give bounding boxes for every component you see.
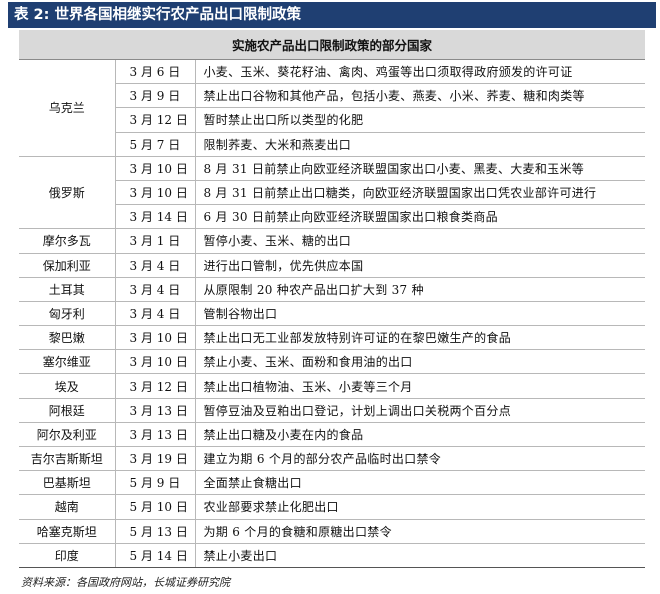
date-cell: 3 月 14 日 xyxy=(114,204,196,230)
policy-description-cell: 为期 6 个月的食糖和原糖出口禁令 xyxy=(195,519,646,544)
policy-description-cell: 6 月 30 日前禁止向欧亚经济联盟国家出口粮食类商品 xyxy=(195,204,646,230)
country-cell: 印度 xyxy=(19,543,115,568)
policy-description-cell: 暂停豆油及豆粕出口登记，计划上调出口关税两个百分点 xyxy=(195,398,646,423)
policy-table: 实施农产品出口限制政策的部分国家 乌克兰 3 月 6 日小麦、玉米、葵花籽油、禽肉… xyxy=(19,30,646,568)
country-cell: 吉尔吉斯斯坦 xyxy=(19,446,115,472)
country-cell: 俄罗斯 xyxy=(19,156,115,230)
table-row: 吉尔吉斯斯坦 3 月 19 日建立为期 6 个月的部分农产品临时出口禁令 xyxy=(19,446,646,472)
country-cell: 哈塞克斯坦 xyxy=(19,519,115,544)
country-cell: 阿根廷 xyxy=(19,398,115,423)
policy-description-cell: 禁止出口无工业部发放特别许可证的在黎巴嫩生产的食品 xyxy=(195,325,646,351)
country-cell: 阿尔及利亚 xyxy=(19,422,115,448)
table-header: 实施农产品出口限制政策的部分国家 xyxy=(19,30,646,60)
policy-description-cell: 全面禁止食糖出口 xyxy=(195,470,646,496)
policy-table-container: 实施农产品出口限制政策的部分国家 乌克兰 3 月 6 日小麦、玉米、葵花籽油、禽肉… xyxy=(19,30,646,568)
date-cell: 5 月 14 日 xyxy=(114,543,196,568)
country-cell: 黎巴嫩 xyxy=(19,325,115,351)
table-row: 印度 5 月 14 日禁止小麦出口 xyxy=(19,543,646,568)
date-cell: 3 月 10 日 xyxy=(114,156,196,181)
table-row: 阿尔及利亚 3 月 13 日禁止出口糖及小麦在内的食品 xyxy=(19,422,646,448)
policy-description-cell: 限制荞麦、大米和燕麦出口 xyxy=(195,132,646,157)
table-row: 俄罗斯 3 月 10 日8 月 31 日前禁止向欧亚经济联盟国家出口小麦、黑麦、大… xyxy=(19,156,646,230)
table-row: 土耳其 3 月 4 日从原限制 20 种农产品出口扩大到 37 种 xyxy=(19,277,646,302)
country-cell: 保加利亚 xyxy=(19,253,115,278)
date-cell: 3 月 10 日 xyxy=(114,180,196,206)
table-row: 巴基斯坦 5 月 9 日全面禁止食糖出口 xyxy=(19,470,646,496)
table-body: 乌克兰 3 月 6 日小麦、玉米、葵花籽油、禽肉、鸡蛋等出口须取得政府颁发的许可证… xyxy=(19,59,646,568)
date-cell: 3 月 6 日 xyxy=(114,59,196,85)
table-row: 塞尔维亚 3 月 10 日禁止小麦、玉米、面粉和食用油的出口 xyxy=(19,349,646,375)
date-cell: 3 月 12 日 xyxy=(114,373,196,399)
policy-description-cell: 建立为期 6 个月的部分农产品临时出口禁令 xyxy=(195,446,646,472)
policy-description-cell: 农业部要求禁止化肥出口 xyxy=(195,494,646,520)
date-cell: 3 月 12 日 xyxy=(114,107,196,133)
policy-description-cell: 8 月 31 日前禁止向欧亚经济联盟国家出口小麦、黑麦、大麦和玉米等 xyxy=(195,156,646,181)
policy-description-cell: 暂时禁止出口所以类型的化肥 xyxy=(195,107,646,133)
policy-description-cell: 小麦、玉米、葵花籽油、禽肉、鸡蛋等出口须取得政府颁发的许可证 xyxy=(195,59,646,85)
date-cell: 3 月 4 日 xyxy=(114,301,196,327)
policy-description-cell: 禁止小麦出口 xyxy=(195,543,646,568)
policy-description-cell: 禁止出口谷物和其他产品，包括小麦、燕麦、小米、荞麦、糖和肉类等 xyxy=(195,83,646,109)
table-row: 越南 5 月 10 日农业部要求禁止化肥出口 xyxy=(19,494,646,520)
date-cell: 5 月 13 日 xyxy=(114,519,196,544)
date-cell: 3 月 10 日 xyxy=(114,349,196,375)
table-row: 摩尔多瓦 3 月 1 日暂停小麦、玉米、糖的出口 xyxy=(19,228,646,254)
country-cell: 塞尔维亚 xyxy=(19,349,115,375)
policy-description-cell: 8 月 31 日前禁止出口糖类，向欧亚经济联盟国家出口凭农业部许可进行 xyxy=(195,180,646,206)
country-cell: 乌克兰 xyxy=(19,59,115,157)
date-cell: 5 月 10 日 xyxy=(114,494,196,520)
date-cell: 3 月 4 日 xyxy=(114,253,196,278)
date-cell: 3 月 9 日 xyxy=(114,83,196,109)
table-row: 乌克兰 3 月 6 日小麦、玉米、葵花籽油、禽肉、鸡蛋等出口须取得政府颁发的许可证 xyxy=(19,59,646,157)
table-row: 黎巴嫩 3 月 10 日禁止出口无工业部发放特别许可证的在黎巴嫩生产的食品 xyxy=(19,325,646,351)
policy-description-cell: 暂停小麦、玉米、糖的出口 xyxy=(195,228,646,254)
source-note: 资料来源：各国政府网站，长城证券研究院 xyxy=(21,576,230,589)
table-row: 保加利亚 3 月 4 日进行出口管制，优先供应本国 xyxy=(19,253,646,278)
date-cell: 3 月 13 日 xyxy=(114,398,196,423)
policy-description-cell: 禁止出口植物油、玉米、小麦等三个月 xyxy=(195,373,646,399)
country-cell: 越南 xyxy=(19,494,115,520)
country-cell: 匈牙利 xyxy=(19,301,115,327)
date-cell: 3 月 1 日 xyxy=(114,228,196,254)
date-cell: 5 月 7 日 xyxy=(114,132,196,157)
policy-description-cell: 禁止出口糖及小麦在内的食品 xyxy=(195,422,646,448)
date-cell: 5 月 9 日 xyxy=(114,470,196,496)
table-row: 匈牙利 3 月 4 日管制谷物出口 xyxy=(19,301,646,327)
table-row: 埃及 3 月 12 日禁止出口植物油、玉米、小麦等三个月 xyxy=(19,373,646,399)
table-row: 哈塞克斯坦 5 月 13 日为期 6 个月的食糖和原糖出口禁令 xyxy=(19,519,646,544)
country-cell: 巴基斯坦 xyxy=(19,470,115,496)
country-cell: 埃及 xyxy=(19,373,115,399)
country-cell: 摩尔多瓦 xyxy=(19,228,115,254)
policy-description-cell: 禁止小麦、玉米、面粉和食用油的出口 xyxy=(195,349,646,375)
policy-description-cell: 进行出口管制，优先供应本国 xyxy=(195,253,646,278)
date-cell: 3 月 13 日 xyxy=(114,422,196,448)
policy-description-cell: 管制谷物出口 xyxy=(195,301,646,327)
date-cell: 3 月 10 日 xyxy=(114,325,196,351)
country-cell: 土耳其 xyxy=(19,277,115,302)
date-cell: 3 月 19 日 xyxy=(114,446,196,472)
policy-description-cell: 从原限制 20 种农产品出口扩大到 37 种 xyxy=(195,277,646,302)
table-row: 阿根廷 3 月 13 日暂停豆油及豆粕出口登记，计划上调出口关税两个百分点 xyxy=(19,398,646,423)
table-title: 表 2: 世界各国相继实行农产品出口限制政策 xyxy=(8,2,656,28)
date-cell: 3 月 4 日 xyxy=(114,277,196,302)
